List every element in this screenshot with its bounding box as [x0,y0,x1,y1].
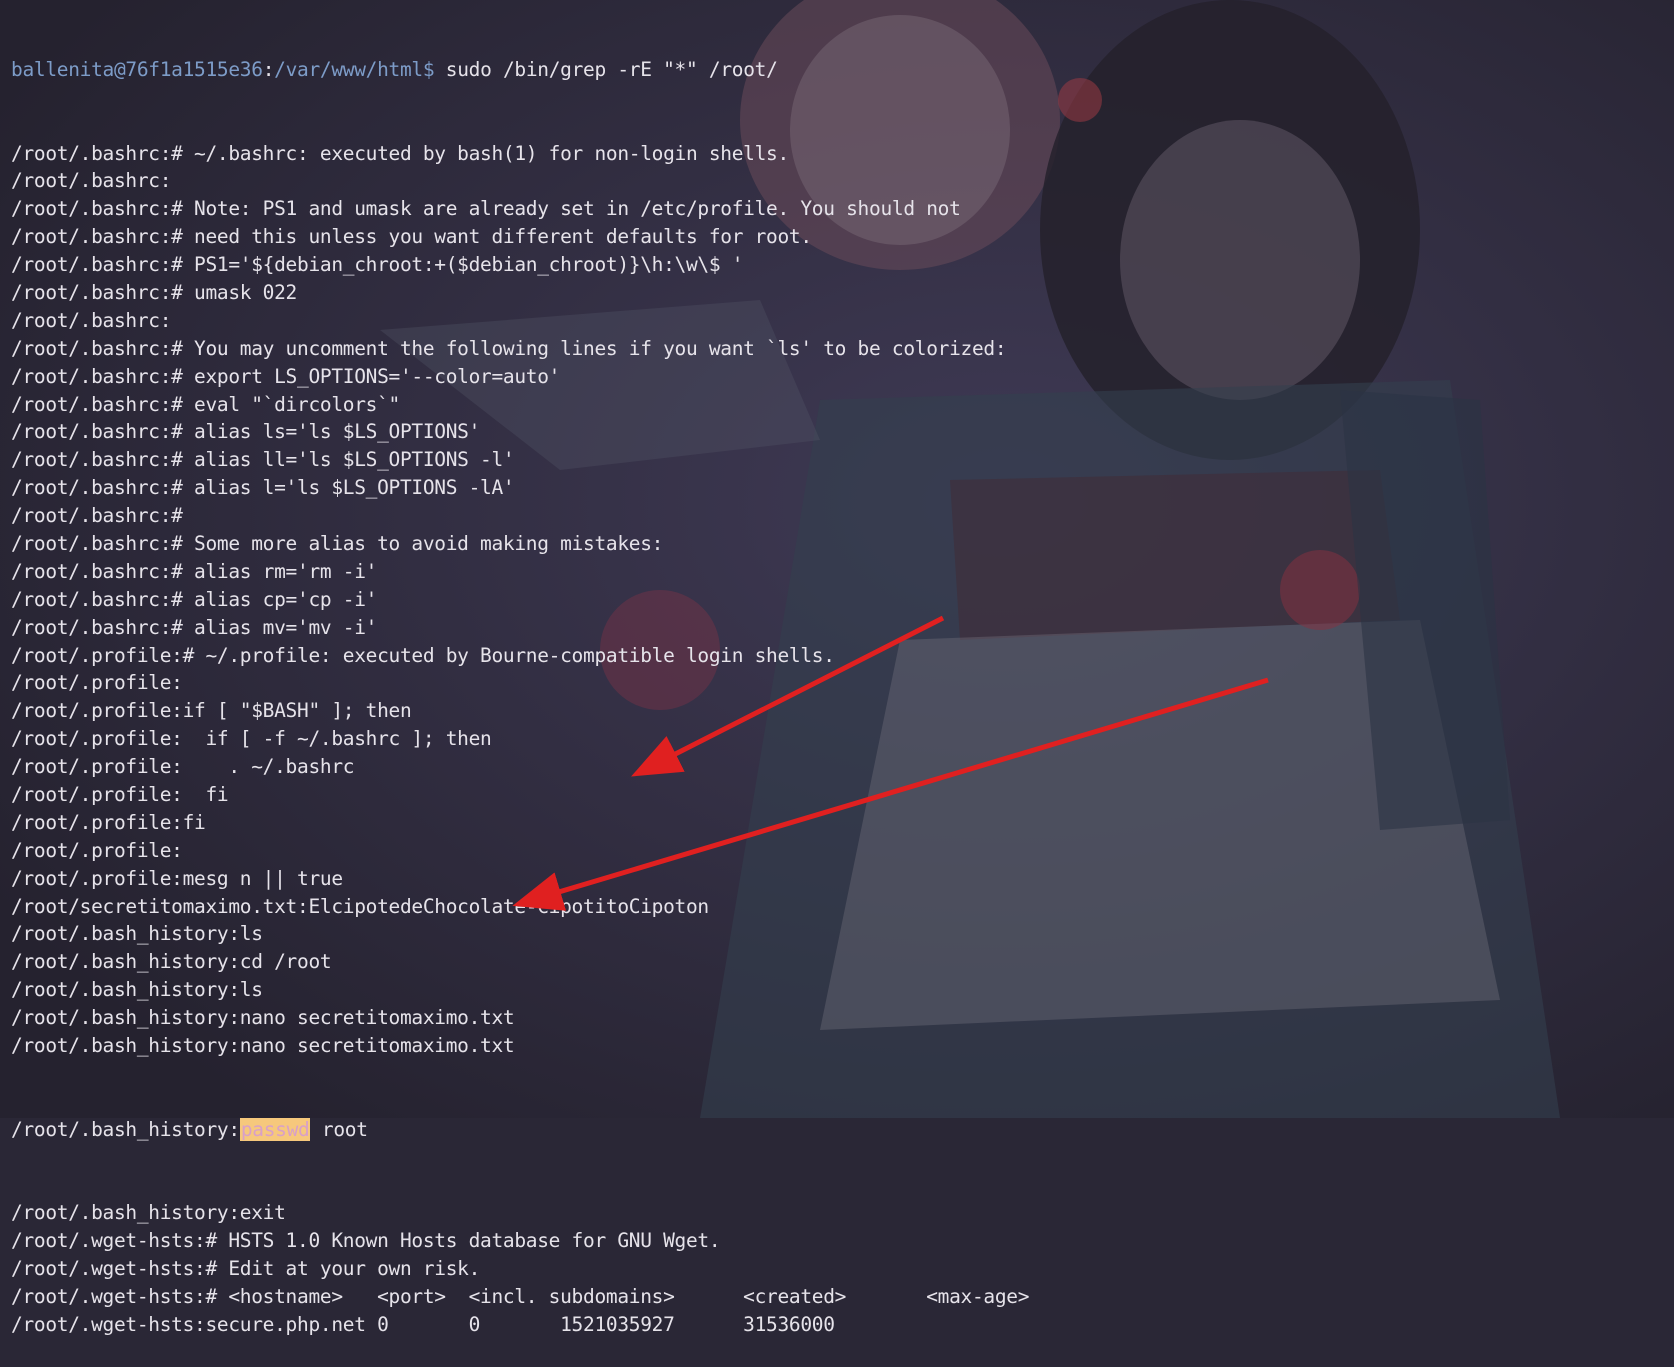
output-line: /root/.profile: fi [11,783,229,806]
output-line: /root/.wget-hsts:# Edit at your own risk… [11,1257,481,1281]
output-line: /root/.profile: . ~/.bashrc [11,755,355,779]
output-line: /root/.bashrc:# Note: PS1 and umask are … [11,197,961,221]
output-line: /root/.bash_history:exit [11,1201,286,1225]
output-line: /root/.profile:mesg n || true [11,866,343,890]
output-line: /root/.profile:fi [11,810,206,834]
output-line: /root/.wget-hsts:secure.php.net 0 0 1521… [11,1312,835,1336]
output-line: /root/.bashrc:# need this unless you wan… [11,225,812,249]
output-line: /root/.bashrc:# alias cp='cp -i' [11,587,378,611]
output-line: /root/.profile: [11,671,183,695]
output-line: /root/.bashrc:# alias rm='rm -i' [11,559,378,583]
output-line: /root/.bash_history:nano secretitomaximo… [11,1006,515,1030]
prompt-separator: : [262,57,275,81]
output-line: /root/.profile: [11,838,183,862]
output-line: /root/.bashrc:# export LS_OPTIONS='--col… [11,364,561,388]
output-line: /root/.bashrc: [11,169,172,193]
prompt-user-host: ballenita@76f1a1515e36 [11,57,263,81]
search-highlight: passwd [239,1117,311,1141]
output-line: /root/.bash_history:ls [11,978,263,1002]
output-line: /root/.wget-hsts:# HSTS 1.0 Known Hosts … [11,1229,721,1253]
output-line: /root/secretitomaximo.txt:ElcipotedeChoc… [11,894,709,918]
highlight-prefix: /root/.bash_history: [11,1117,240,1141]
output-line: /root/.profile:if [ "$BASH" ]; then [11,699,412,723]
highlighted-output-line: /root/.bash_history:passwd root [11,1116,1029,1144]
output-line: /root/.bashrc:# [11,504,183,528]
command-prompt-line: ballenita@76f1a1515e36:/var/www/html$ su… [11,56,1029,84]
output-line: /root/.bashrc:# You may uncomment the fo… [11,336,1007,360]
output-line: /root/.profile: if [ -f ~/.bashrc ]; the… [11,727,492,751]
terminal-output: ballenita@76f1a1515e36:/var/www/html$ su… [11,0,1029,1367]
output-line: /root/.bashrc:# ~/.bashrc: executed by b… [11,141,789,165]
output-line: /root/.bashrc:# alias l='ls $LS_OPTIONS … [11,476,515,500]
output-line: /root/.bashrc:# Some more alias to avoid… [11,531,664,555]
highlight-suffix: root [310,1117,368,1141]
output-line: /root/.wget-hsts:# <hostname> <port> <in… [11,1285,1030,1309]
output-line: /root/.bash_history:ls [11,922,263,946]
output-line: /root/.profile:# ~/.profile: executed by… [11,643,835,667]
prompt-command: sudo /bin/grep -rE "*" /root/ [434,57,778,81]
output-line: /root/.bashrc:# eval "`dircolors`" [11,392,400,416]
output-line: /root/.bashrc:# alias ll='ls $LS_OPTIONS… [11,448,515,472]
output-line: /root/.bashrc:# PS1='${debian_chroot:+($… [11,253,744,277]
output-line: /root/.bashrc: [11,308,172,332]
output-line: /root/.bashrc:# umask 022 [11,280,298,304]
output-line: /root/.bashrc:# alias mv='mv -i' [11,615,378,639]
output-line: /root/.bash_history:cd /root [11,950,332,974]
prompt-cwd: /var/www/html$ [274,57,435,81]
output-line: /root/.bashrc:# alias ls='ls $LS_OPTIONS… [11,420,481,444]
output-line: /root/.bash_history:nano secretitomaximo… [11,1034,515,1058]
